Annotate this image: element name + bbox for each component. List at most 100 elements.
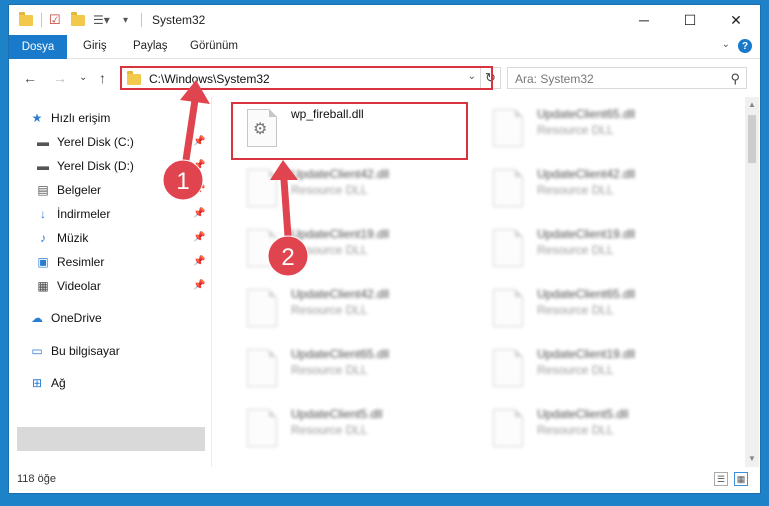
cloud-icon: ☁ [31,311,43,325]
pin-icon[interactable]: 📌 [193,280,205,291]
file-item[interactable]: UpdateClient19.dll Resource DLL [477,343,717,393]
file-name: UpdateClient65.dll [537,107,636,121]
ribbon: Dosya Giriş Paylaş Görünüm ⌄ ? [9,35,760,59]
pictures-icon: ▣ [37,255,49,269]
file-type: Resource DLL [291,363,368,377]
search-placeholder: Ara: System32 [515,72,594,86]
tab-view[interactable]: Görünüm [190,40,238,52]
selection-highlight [17,427,205,451]
title-bar: ☑ ☰▾ ▾ System32 ─ ☐ ✕ [9,5,760,35]
search-input[interactable]: Ara: System32 ⚲ [507,67,747,89]
sidebar-item-drive-c[interactable]: ▬ Yerel Disk (C:) [35,131,134,153]
file-name: UpdateClient19.dll [291,227,390,241]
file-item[interactable]: UpdateClient5.dll Resource DLL [477,403,717,453]
pane-divider[interactable] [211,97,212,467]
file-type: Resource DLL [537,123,614,137]
file-item[interactable]: UpdateClient42.dll Resource DLL [477,163,717,213]
dll-file-icon [247,349,277,387]
file-type: Resource DLL [291,243,368,257]
file-type: Resource DLL [291,423,368,437]
dll-file-icon [247,409,277,447]
file-type: Resource DLL [537,423,614,437]
file-type: Resource DLL [537,183,614,197]
file-name: UpdateClient19.dll [537,227,636,241]
file-name: UpdateClient65.dll [291,347,390,361]
sidebar-item-label: Resimler [57,255,105,269]
file-item[interactable]: UpdateClient42.dll Resource DLL [231,283,471,333]
sidebar-item-label: Müzik [57,231,89,245]
file-item[interactable]: UpdateClient19.dll Resource DLL [477,223,717,273]
pin-icon[interactable]: 📌 [193,136,205,147]
quick-access-folder-icon[interactable] [19,11,33,28]
sidebar-item-pictures[interactable]: ▣ Resimler [35,251,104,273]
customize-toolbar-icon[interactable]: ☰▾ [93,12,110,28]
file-item[interactable]: UpdateClient65.dll Resource DLL [477,283,717,333]
forward-button[interactable]: → [53,70,67,86]
music-icon: ♪ [40,231,46,245]
file-item[interactable]: UpdateClient65.dll Resource DLL [477,103,717,153]
sidebar-item-downloads[interactable]: ↓ İndirmeler [35,203,110,225]
dll-file-icon [493,409,523,447]
sidebar-item-music[interactable]: ♪ Müzik [35,227,88,249]
chevron-down-icon[interactable]: ▾ [123,12,128,28]
sidebar-item-onedrive[interactable]: ☁ OneDrive [29,307,102,329]
sidebar-item-this-pc[interactable]: ▭ Bu bilgisayar [29,340,120,362]
new-folder-icon[interactable] [71,11,85,28]
pin-icon[interactable]: 📌 [193,256,205,267]
sidebar-item-quick-access[interactable]: ★ Hızlı erişim [29,107,111,129]
scroll-up-icon[interactable]: ▲ [748,100,756,109]
tab-home[interactable]: Giriş [83,40,107,52]
pin-icon[interactable]: 📌 [193,208,205,219]
sidebar-item-videos[interactable]: ▦ Videolar [35,275,100,297]
sidebar-item-network[interactable]: ⊞ Ağ [29,372,66,394]
pin-icon[interactable]: 📌 [193,232,205,243]
file-highlight-box [231,102,468,160]
window-title: System32 [152,13,206,27]
close-button[interactable]: ✕ [713,5,759,35]
file-item[interactable]: UpdateClient65.dll Resource DLL [231,343,471,393]
tab-share[interactable]: Paylaş [133,40,168,52]
up-button[interactable]: ↑ [99,70,106,86]
sidebar-item-label: İndirmeler [57,207,111,221]
pin-icon[interactable]: 📌 [193,160,205,171]
help-icon[interactable]: ? [738,39,752,53]
computer-icon: ▭ [31,344,43,358]
file-name: UpdateClient5.dll [537,407,629,421]
scroll-down-icon[interactable]: ▼ [748,454,756,463]
sidebar-item-drive-d[interactable]: ▬ Yerel Disk (D:) [35,155,134,177]
file-item[interactable]: UpdateClient5.dll Resource DLL [231,403,471,453]
videos-icon: ▦ [37,279,49,293]
tab-file[interactable]: Dosya [9,35,67,59]
vertical-scrollbar[interactable]: ▲ ▼ [745,97,759,467]
file-item[interactable]: UpdateClient42.dll Resource DLL [231,163,471,213]
drive-icon: ▬ [37,159,49,173]
search-icon: ⚲ [730,71,740,86]
details-view-icon[interactable]: ☰ [714,472,728,486]
address-highlight-box [120,66,493,90]
file-name: UpdateClient19.dll [537,347,636,361]
dll-file-icon [247,289,277,327]
divider [141,13,142,27]
maximize-button[interactable]: ☐ [667,5,713,35]
sidebar-item-label: OneDrive [51,311,102,325]
large-icons-view-icon[interactable]: ▦ [734,472,748,486]
file-item[interactable]: UpdateClient19.dll Resource DLL [231,223,471,273]
dll-file-icon [493,289,523,327]
sidebar-item-label: Hızlı erişim [51,111,111,125]
sidebar-item-label: Belgeler [57,183,102,197]
recent-locations-button[interactable]: ⌄ [79,72,87,83]
minimize-button[interactable]: ─ [621,5,667,35]
file-name: UpdateClient65.dll [537,287,636,301]
sidebar-item-label: Bu bilgisayar [51,344,120,358]
file-type: Resource DLL [537,303,614,317]
pin-icon[interactable]: 📌 [193,184,205,195]
properties-icon[interactable]: ☑ [49,12,61,28]
sidebar-item-label: Yerel Disk (D:) [57,159,134,173]
back-button[interactable]: ← [23,70,37,86]
sidebar-item-documents[interactable]: ▤ Belgeler [35,179,101,201]
item-count: 118 öğe [17,473,56,485]
scroll-thumb[interactable] [748,115,756,163]
ribbon-collapse-icon[interactable]: ⌄ [722,39,730,50]
file-name: UpdateClient5.dll [291,407,383,421]
dll-file-icon [247,229,277,267]
